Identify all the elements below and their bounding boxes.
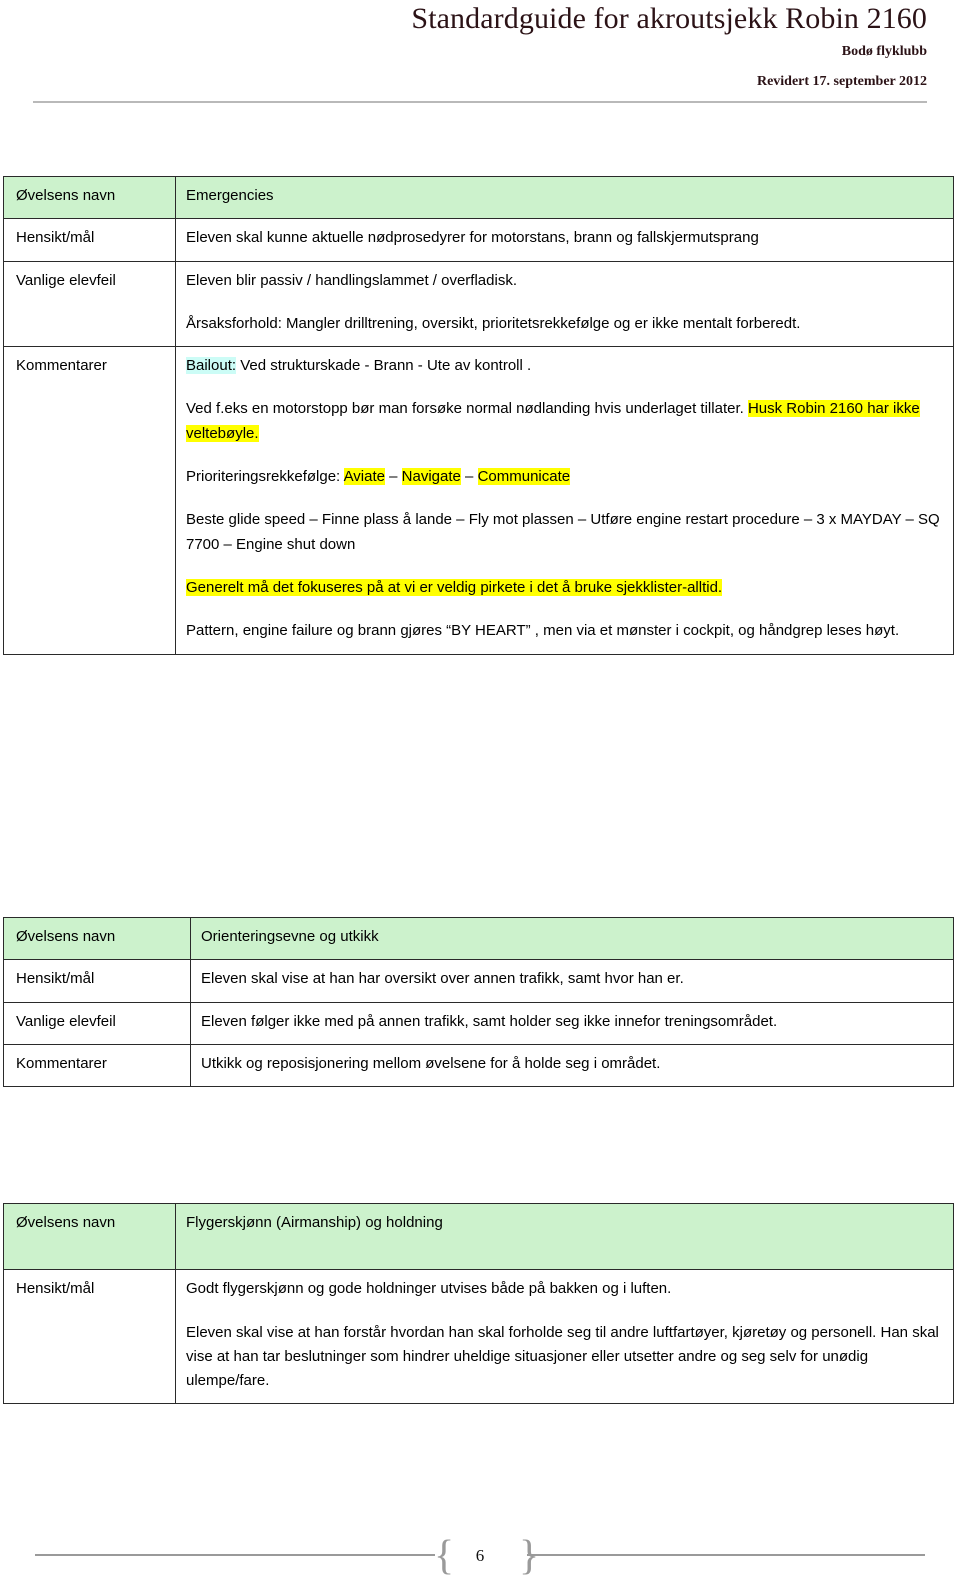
exercise-table-airmanship: Øvelsens navn Flygerskjønn (Airmanship) … <box>3 1202 954 1405</box>
row-label-hensikt-mal: Hensikt/mål <box>3 959 191 1003</box>
row-label-vanlige-elevfeil: Vanlige elevfeil <box>3 1001 191 1045</box>
hensikt-value: Godt flygerskjønn og gode holdninger utv… <box>175 1269 954 1405</box>
elevfeil-paragraph-1: Eleven blir passiv / handlingslammet / o… <box>186 271 517 289</box>
kommentar-paragraph-glide-sequence: Beste glide speed – Finne plass å lande … <box>186 511 940 553</box>
aviate-highlight: Aviate <box>343 468 385 486</box>
motorstopp-text: Ved f.eks en motorstopp bør man forsøke … <box>186 400 748 418</box>
hensikt-value: Eleven skal kunne aktuelle nødprosedyrer… <box>175 218 954 262</box>
row-label-vanlige-elevfeil: Vanlige elevfeil <box>3 260 176 348</box>
navigate-highlight: Navigate <box>401 468 461 486</box>
table-row: Kommentarer Bailout: Ved strukturskade -… <box>3 346 954 655</box>
kommentar-paragraph-bailout: Bailout: Ved strukturskade - Brann - Ute… <box>186 354 943 378</box>
page-number: 6 <box>475 1546 485 1565</box>
communicate-highlight: Communicate <box>477 468 571 486</box>
table-row: Øvelsens navn Flygerskjønn (Airmanship) … <box>3 1202 954 1271</box>
header-divider <box>33 101 927 103</box>
bailout-rest: Ved strukturskade - Brann - Ute av kontr… <box>236 357 532 375</box>
table-row: Vanlige elevfeil Eleven følger ikke med … <box>3 1001 954 1045</box>
row-label-hensikt-mal: Hensikt/mål <box>3 1269 176 1405</box>
row-label-hensikt-mal: Hensikt/mål <box>3 218 176 262</box>
footer-brace-right-icon: } <box>519 1533 540 1579</box>
prioritering-separator-1: – <box>384 468 402 486</box>
sjekklister-highlight: Generelt må det fokuseres på at vi er ve… <box>186 578 723 596</box>
row-label-ovelsens-navn: Øvelsens navn <box>3 1202 176 1271</box>
kommentar-paragraph-sjekklister: Generelt må det fokuseres på at vi er ve… <box>186 576 943 600</box>
kommentar-paragraph-prioritering: Prioriteringsrekkefølge: Aviate – Naviga… <box>186 465 943 489</box>
row-label-kommentarer: Kommentarer <box>3 1043 191 1088</box>
hensikt-paragraph-2: Eleven skal vise at han forstår hvordan … <box>186 1323 939 1390</box>
kommentar-paragraph-by-heart: Pattern, engine failure og brann gjøres … <box>186 622 900 640</box>
prioritering-label: Prioriteringsrekkefølge: <box>186 468 344 486</box>
row-label-ovelsens-navn: Øvelsens navn <box>3 175 176 220</box>
table-row: Kommentarer Utkikk og reposisjonering me… <box>3 1043 954 1088</box>
table-row: Hensikt/mål Godt flygerskjønn og gode ho… <box>3 1269 954 1405</box>
elevfeil-value: Eleven blir passiv / handlingslammet / o… <box>175 260 954 348</box>
table-row: Øvelsens navn Emergencies <box>3 175 954 220</box>
hensikt-paragraph-1: Godt flygerskjønn og gode holdninger utv… <box>186 1280 672 1298</box>
page-header: Standardguide for akroutsjekk Robin 2160… <box>0 0 960 103</box>
kommentarer-value: Bailout: Ved strukturskade - Brann - Ute… <box>175 346 954 655</box>
footer-divider-right <box>527 1554 925 1556</box>
table-row: Vanlige elevfeil Eleven blir passiv / ha… <box>3 260 954 348</box>
elevfeil-value: Eleven følger ikke med på annen trafikk,… <box>190 1001 954 1045</box>
bailout-highlight: Bailout: <box>186 357 237 375</box>
table-row: Øvelsens navn Orienteringsevne og utkikk <box>3 916 954 961</box>
exercise-name-value: Emergencies <box>175 175 954 220</box>
kommentarer-value: Utkikk og reposisjonering mellom øvelsen… <box>190 1043 954 1088</box>
row-label-ovelsens-navn: Øvelsens navn <box>3 916 191 961</box>
elevfeil-paragraph-2: Årsaksforhold: Mangler drilltrening, ove… <box>186 314 801 332</box>
footer-brace-left-icon: { <box>434 1533 455 1579</box>
exercise-name-value: Flygerskjønn (Airmanship) og holdning <box>175 1202 954 1271</box>
footer-divider-left <box>35 1554 435 1556</box>
table-row: Hensikt/mål Eleven skal kunne aktuelle n… <box>3 218 954 262</box>
document-revision-date: Revidert 17. september 2012 <box>756 74 927 89</box>
kommentar-paragraph-motorstopp: Ved f.eks en motorstopp bør man forsøke … <box>186 397 943 446</box>
exercise-name-value: Orienteringsevne og utkikk <box>190 916 954 961</box>
exercise-table-orientering: Øvelsens navn Orienteringsevne og utkikk… <box>3 916 954 1088</box>
row-label-kommentarer: Kommentarer <box>3 346 176 655</box>
hensikt-value: Eleven skal vise at han har oversikt ove… <box>190 959 954 1003</box>
document-club-name: Bodø flyklubb <box>841 44 927 59</box>
page-footer: { } 6 <box>0 1528 960 1588</box>
exercise-table-emergencies: Øvelsens navn Emergencies Hensikt/mål El… <box>3 175 954 655</box>
table-row: Hensikt/mål Eleven skal vise at han har … <box>3 959 954 1003</box>
prioritering-separator-2: – <box>460 468 478 486</box>
document-title: Standardguide for akroutsjekk Robin 2160 <box>411 2 927 35</box>
